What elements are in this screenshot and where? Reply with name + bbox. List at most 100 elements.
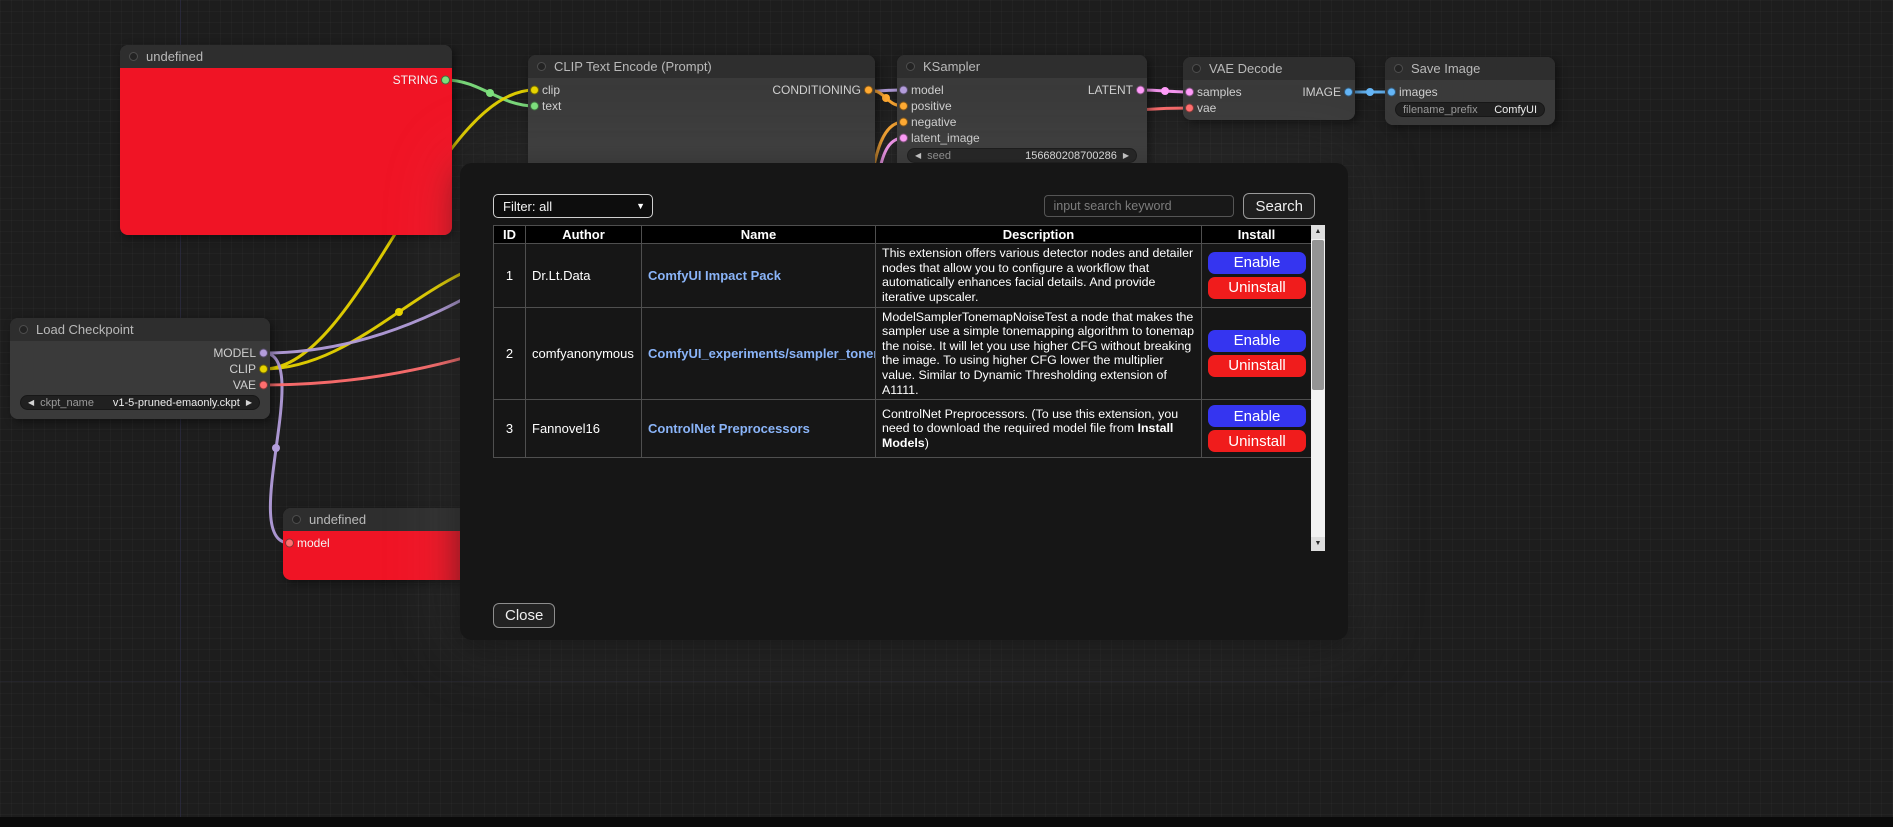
cell-id: 1 <box>494 244 526 308</box>
output-slot-clip[interactable] <box>259 365 268 374</box>
output-slot-model[interactable] <box>259 349 268 358</box>
cell-description: This extension offers various detector n… <box>876 244 1202 308</box>
uninstall-button[interactable]: Uninstall <box>1208 430 1306 452</box>
input-slot-images[interactable] <box>1387 88 1396 97</box>
input-slot-text[interactable] <box>530 102 539 111</box>
grid-axis-horizontal <box>0 681 1893 682</box>
filter-select[interactable]: Filter: all <box>493 194 653 218</box>
node-title-bar[interactable]: Save Image <box>1385 57 1555 80</box>
header-description: Description <box>876 226 1202 244</box>
cell-install: Enable Uninstall <box>1202 400 1312 458</box>
extension-link[interactable]: ComfyUI_experiments/sampler_tonemap <box>648 346 876 361</box>
header-author: Author <box>526 226 642 244</box>
filename-prefix-widget[interactable]: filename_prefix ComfyUI <box>1395 102 1545 117</box>
cell-author: Fannovel16 <box>526 400 642 458</box>
scroll-down-icon[interactable]: ▼ <box>1311 537 1325 551</box>
header-id: ID <box>494 226 526 244</box>
cell-install: Enable Uninstall <box>1202 307 1312 400</box>
widget-value: 156680208700286 <box>1025 150 1117 162</box>
node-undefined-top[interactable]: undefined STRING <box>120 45 452 235</box>
decrement-icon[interactable]: ◀ <box>28 399 34 407</box>
description-text: ControlNet Preprocessors. (To use this e… <box>882 407 1178 436</box>
input-slot-latent-image[interactable] <box>899 134 908 143</box>
search-input[interactable] <box>1044 195 1234 217</box>
output-slot-string[interactable] <box>441 76 450 85</box>
node-title-bar[interactable]: Load Checkpoint <box>10 318 270 341</box>
node-title-bar[interactable]: CLIP Text Encode (Prompt) <box>528 55 875 78</box>
collapse-dot-icon[interactable] <box>537 62 546 71</box>
collapse-dot-icon[interactable] <box>1192 64 1201 73</box>
comfyui-app: undefined STRING CLIP Text Encode (Promp… <box>0 0 1893 827</box>
node-save-image[interactable]: Save Image images filename_prefix ComfyU… <box>1385 57 1555 125</box>
slot-label: positive <box>911 99 952 113</box>
output-slot-vae[interactable] <box>259 381 268 390</box>
input-slot-positive[interactable] <box>899 102 908 111</box>
collapse-dot-icon[interactable] <box>19 325 28 334</box>
slot-label: negative <box>911 115 956 129</box>
seed-widget[interactable]: ◀ seed 156680208700286 ▶ <box>907 148 1137 163</box>
slot-label: CLIP <box>229 362 256 376</box>
scrollbar-thumb[interactable] <box>1312 240 1324 390</box>
collapse-dot-icon[interactable] <box>129 52 138 61</box>
input-slot-model[interactable] <box>285 539 294 548</box>
search-button[interactable]: Search <box>1243 193 1315 219</box>
node-title-bar[interactable]: KSampler <box>897 55 1147 78</box>
node-title: VAE Decode <box>1209 61 1282 76</box>
output-slot-conditioning[interactable] <box>864 86 873 95</box>
description-text: This extension offers various detector n… <box>882 246 1193 304</box>
increment-icon[interactable]: ▶ <box>246 399 252 407</box>
ckpt-name-widget[interactable]: ◀ ckpt_name v1-5-pruned-emaonly.ckpt ▶ <box>20 395 260 410</box>
node-load-checkpoint[interactable]: Load Checkpoint MODEL CLIP VAE ◀ ckpt_na… <box>10 318 270 419</box>
uninstall-button[interactable]: Uninstall <box>1208 355 1306 377</box>
window-bottom-edge <box>0 817 1893 827</box>
slot-label: MODEL <box>213 346 256 360</box>
cell-name: ComfyUI Impact Pack <box>642 244 876 308</box>
cell-id: 2 <box>494 307 526 400</box>
cell-name: ControlNet Preprocessors <box>642 400 876 458</box>
output-slot-latent[interactable] <box>1136 86 1145 95</box>
widget-label: ckpt_name <box>40 397 94 409</box>
table-row: 2comfyanonymousComfyUI_experiments/sampl… <box>494 307 1312 400</box>
node-title-bar[interactable]: undefined <box>120 45 452 68</box>
cell-install: Enable Uninstall <box>1202 244 1312 308</box>
table-row: 3Fannovel16ControlNet PreprocessorsContr… <box>494 400 1312 458</box>
slot-label: images <box>1399 85 1438 99</box>
slot-label: CONDITIONING <box>772 83 861 97</box>
description-text: ModelSamplerTonemapNoiseTest a node that… <box>882 310 1194 397</box>
enable-button[interactable]: Enable <box>1208 330 1306 352</box>
collapse-dot-icon[interactable] <box>906 62 915 71</box>
enable-button[interactable]: Enable <box>1208 405 1306 427</box>
table-row: 1Dr.Lt.DataComfyUI Impact PackThis exten… <box>494 244 1312 308</box>
extensions-table: ID Author Name Description Install 1Dr.L… <box>493 225 1325 551</box>
input-slot-vae[interactable] <box>1185 104 1194 113</box>
widget-value: v1-5-pruned-emaonly.ckpt <box>113 397 240 409</box>
output-slot-image[interactable] <box>1344 88 1353 97</box>
table-header-row: ID Author Name Description Install <box>494 226 1312 244</box>
node-title: Load Checkpoint <box>36 322 134 337</box>
slot-label: model <box>297 536 330 550</box>
widget-value: ComfyUI <box>1494 104 1537 116</box>
scroll-up-icon[interactable]: ▲ <box>1311 225 1325 239</box>
slot-label: VAE <box>233 378 256 392</box>
increment-icon[interactable]: ▶ <box>1123 152 1129 160</box>
cell-description: ModelSamplerTonemapNoiseTest a node that… <box>876 307 1202 400</box>
description-text: ) <box>925 436 929 450</box>
close-button[interactable]: Close <box>493 603 555 628</box>
uninstall-button[interactable]: Uninstall <box>1208 277 1306 299</box>
extension-link[interactable]: ComfyUI Impact Pack <box>648 268 781 283</box>
node-title-bar[interactable]: VAE Decode <box>1183 57 1355 80</box>
table-scrollbar[interactable]: ▲ ▼ <box>1311 225 1325 551</box>
node-title: KSampler <box>923 59 980 74</box>
node-undefined-bottom[interactable]: undefined model <box>283 508 483 580</box>
slot-label: LATENT <box>1088 83 1133 97</box>
extension-link[interactable]: ControlNet Preprocessors <box>648 421 810 436</box>
input-slot-negative[interactable] <box>899 118 908 127</box>
enable-button[interactable]: Enable <box>1208 252 1306 274</box>
node-vae-decode[interactable]: VAE Decode samples IMAGE vae <box>1183 57 1355 120</box>
custom-nodes-dialog: Filter: all ▼ Search ID Author Name <box>460 163 1348 640</box>
collapse-dot-icon[interactable] <box>292 515 301 524</box>
decrement-icon[interactable]: ◀ <box>915 152 921 160</box>
node-title: Save Image <box>1411 61 1480 76</box>
collapse-dot-icon[interactable] <box>1394 64 1403 73</box>
node-title-bar[interactable]: undefined <box>283 508 483 531</box>
